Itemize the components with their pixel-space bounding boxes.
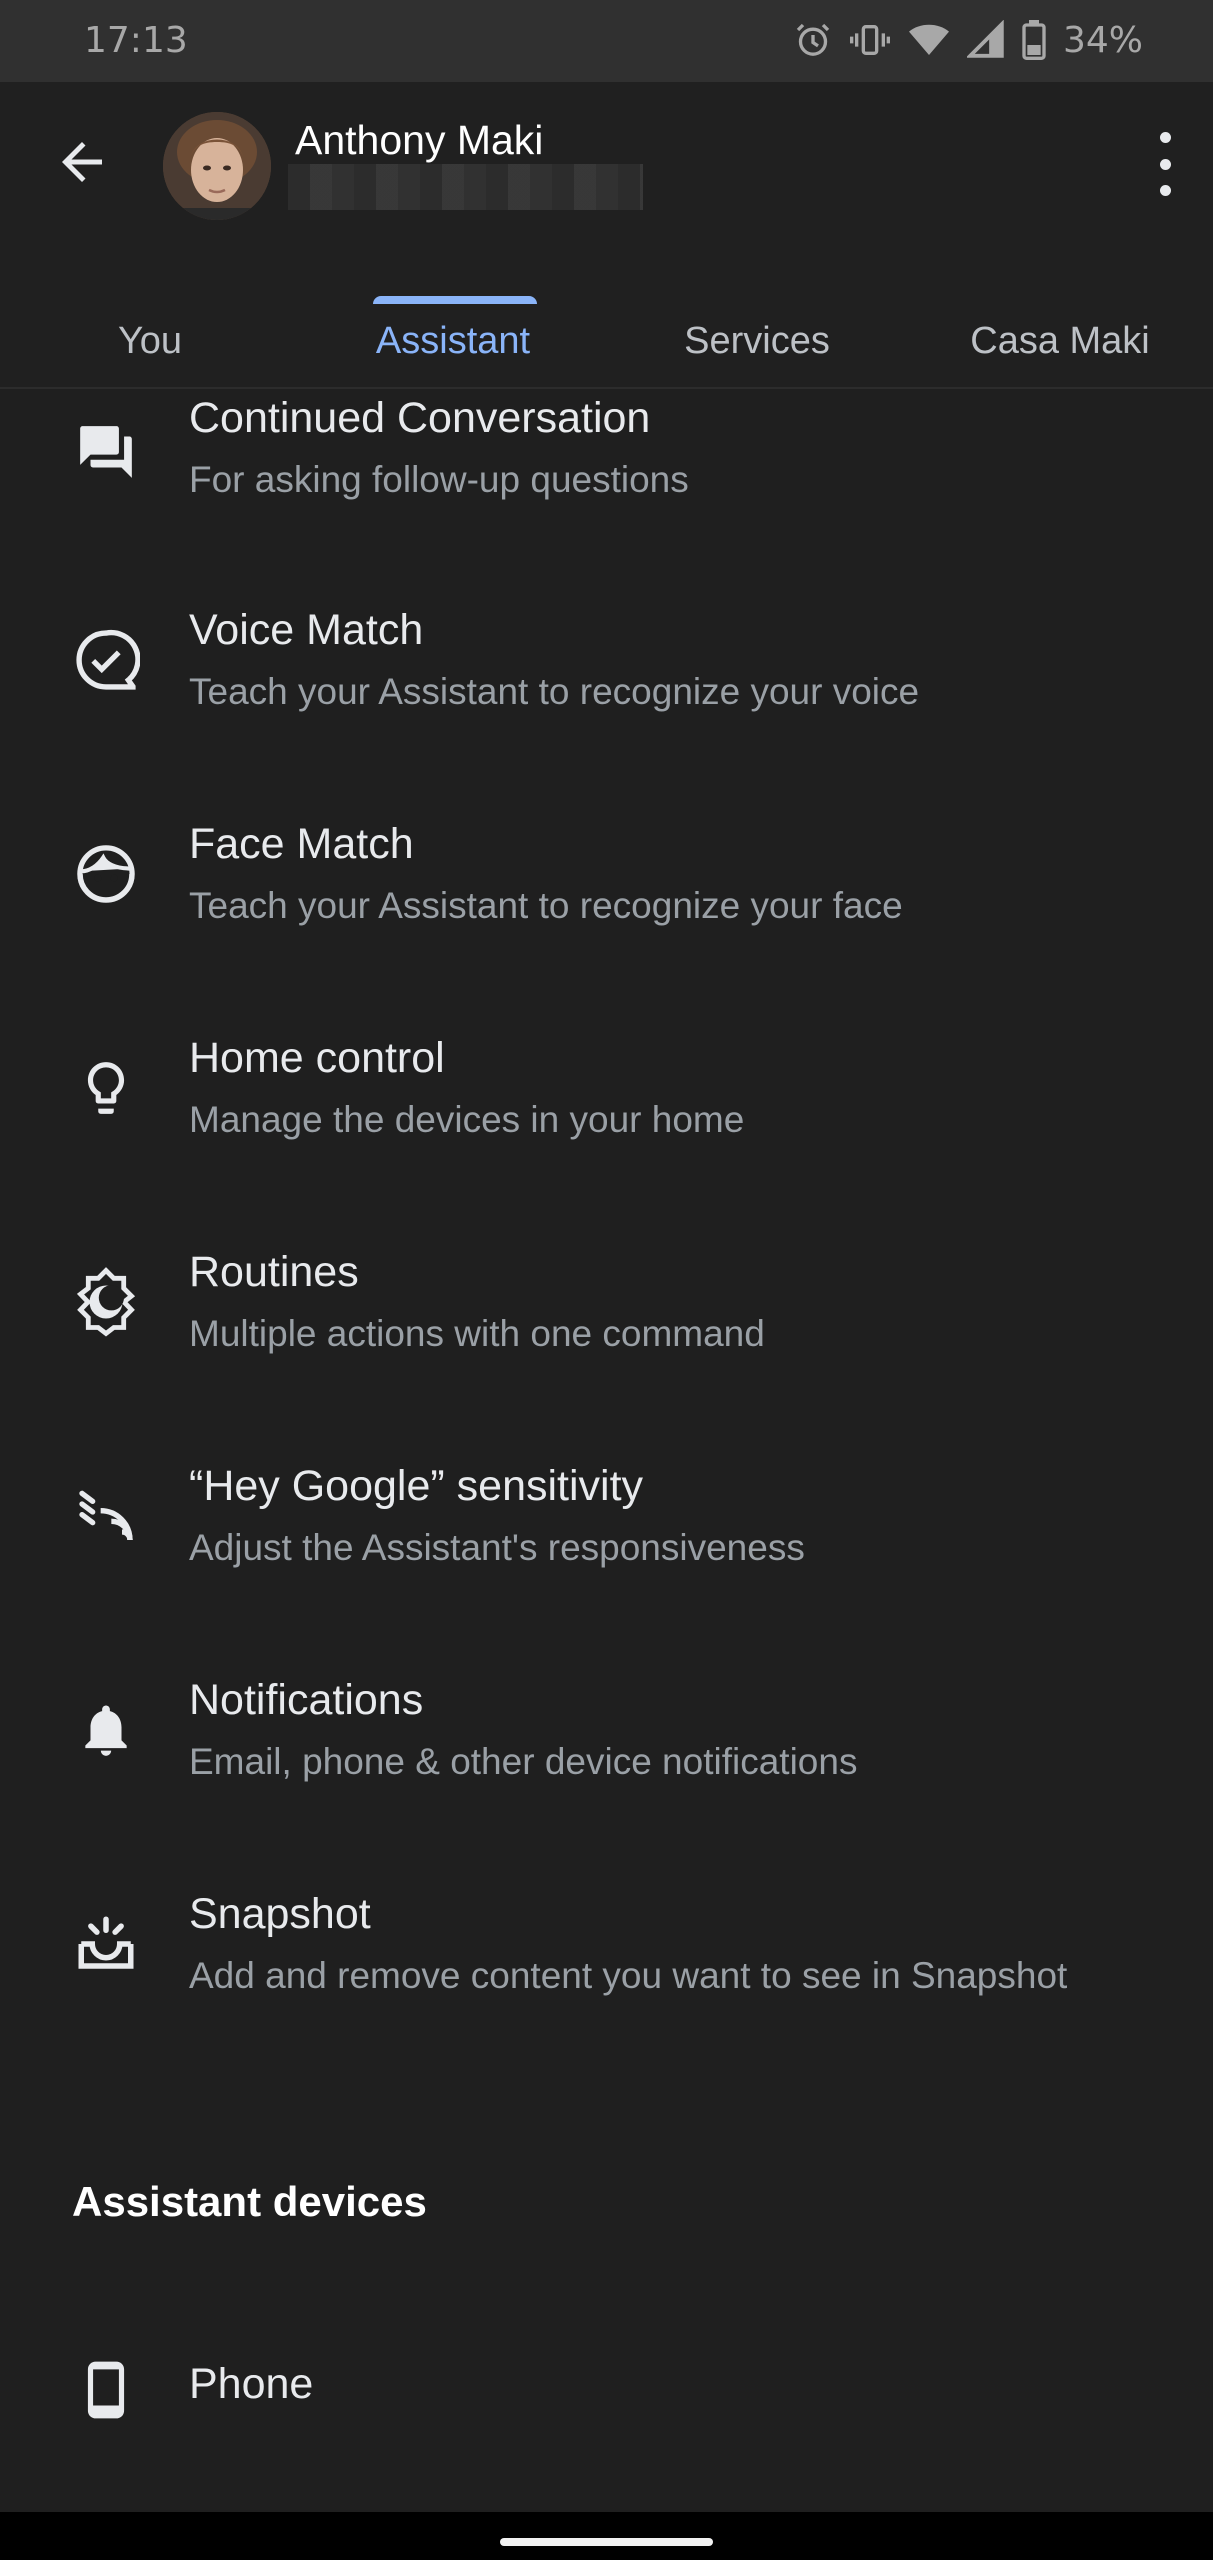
setting-snapshot[interactable]: Snapshot Add and remove content you want…: [0, 1884, 1213, 2084]
menu-dot: [1159, 158, 1171, 170]
sensitivity-icon: [68, 1478, 144, 1554]
account-header: Anthony Maki You Assistant Services Casa…: [0, 82, 1213, 389]
battery-icon: [1022, 20, 1046, 60]
menu-dot: [1159, 132, 1171, 143]
setting-title: Routines: [189, 1248, 359, 1296]
back-button[interactable]: [52, 132, 112, 192]
setting-hey-google-sensitivity[interactable]: “Hey Google” sensitivity Adjust the Assi…: [0, 1456, 1213, 1626]
active-tab-indicator: [373, 296, 537, 304]
voice-match-icon: [68, 622, 144, 698]
setting-subtitle: Manage the devices in your home: [189, 1099, 745, 1140]
vibrate-icon: [849, 25, 890, 55]
tab-services[interactable]: Services: [607, 282, 907, 382]
setting-subtitle: Email, phone & other device notification…: [189, 1741, 858, 1782]
setting-subtitle: Teach your Assistant to recognize your f…: [189, 885, 903, 926]
lightbulb-icon: [68, 1050, 144, 1126]
setting-notifications[interactable]: Notifications Email, phone & other devic…: [0, 1670, 1213, 1840]
device-title: Phone: [189, 2360, 314, 2408]
phone-icon: [68, 2352, 144, 2428]
overflow-menu-button[interactable]: [1145, 132, 1185, 196]
routines-icon: [68, 1264, 144, 1340]
status-time: 17:13: [84, 20, 188, 61]
account-email-redacted: [288, 164, 643, 210]
setting-routines[interactable]: Routines Multiple actions with one comma…: [0, 1242, 1213, 1412]
wifi-icon: [908, 24, 949, 55]
chat-bubbles-icon: [68, 414, 144, 490]
menu-dot: [1159, 185, 1171, 196]
setting-home-control[interactable]: Home control Manage the devices in your …: [0, 1028, 1213, 1198]
setting-subtitle: Adjust the Assistant's responsiveness: [189, 1527, 805, 1568]
home-gesture-handle[interactable]: [500, 2538, 713, 2546]
setting-continued-conversation[interactable]: Continued Conversation For asking follow…: [0, 390, 1213, 540]
avatar[interactable]: [163, 112, 271, 220]
battery-percent: 34%: [1062, 19, 1143, 61]
setting-voice-match[interactable]: Voice Match Teach your Assistant to reco…: [0, 600, 1213, 770]
status-bar: 17:13 34%: [0, 0, 1213, 82]
setting-title: Face Match: [189, 820, 414, 868]
tab-casa-maki[interactable]: Casa Maki: [910, 282, 1210, 382]
alarm-icon: [796, 23, 830, 56]
setting-title: Home control: [189, 1034, 445, 1082]
setting-title: Notifications: [189, 1676, 424, 1724]
device-phone[interactable]: Phone: [0, 2330, 1213, 2450]
face-icon: [68, 836, 144, 912]
setting-face-match[interactable]: Face Match Teach your Assistant to recog…: [0, 814, 1213, 984]
signal-icon: [966, 20, 1004, 58]
setting-subtitle: For asking follow-up questions: [189, 459, 689, 500]
setting-title: “Hey Google” sensitivity: [189, 1462, 644, 1510]
system-nav-bar: [0, 2512, 1213, 2560]
avatar-image: [163, 112, 271, 220]
back-arrow-icon: [62, 142, 102, 182]
setting-subtitle: Multiple actions with one command: [189, 1313, 765, 1354]
setting-subtitle: Add and remove content you want to see i…: [189, 1955, 1068, 1996]
bell-icon: [68, 1692, 144, 1768]
setting-title: Continued Conversation: [189, 394, 651, 442]
status-icons: 34%: [793, 18, 1143, 62]
section-title-assistant-devices: Assistant devices: [72, 2178, 427, 2225]
snapshot-icon: [68, 1906, 144, 1982]
setting-title: Voice Match: [189, 606, 424, 654]
setting-title: Snapshot: [189, 1890, 371, 1938]
tab-you[interactable]: You: [0, 282, 300, 382]
setting-subtitle: Teach your Assistant to recognize your v…: [189, 671, 920, 712]
account-name: Anthony Maki: [295, 117, 544, 163]
tab-bar: You Assistant Services Casa Maki: [0, 282, 1213, 387]
